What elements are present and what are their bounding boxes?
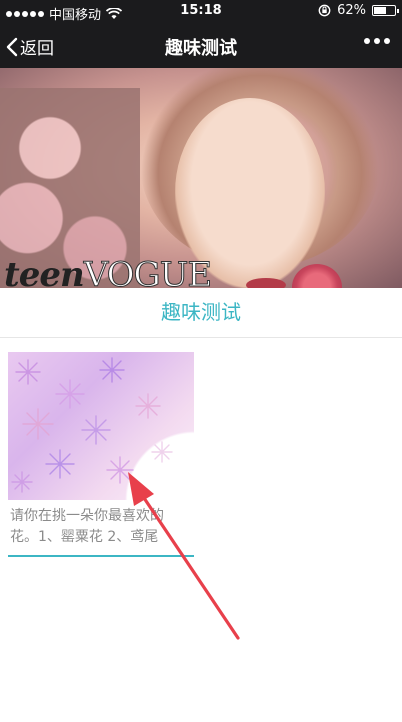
page-title: 趣味测试 <box>165 38 237 59</box>
rotation-lock-icon <box>318 4 331 17</box>
nav-bar: 返回 趣味测试 <box>0 24 402 68</box>
article-card[interactable]: 请你在挑一朵你最喜欢的 花。1、罂粟花 2、鸢尾 <box>8 352 194 558</box>
article-underline <box>8 555 194 557</box>
status-bar: 中国移动 15:18 62% <box>0 0 402 24</box>
section-title: 趣味测试 <box>161 300 241 324</box>
banner-lips <box>246 278 286 288</box>
banner-image: teenVOGUE <box>0 68 402 288</box>
status-right: 62% <box>318 3 399 18</box>
flower-pattern-icon <box>11 357 173 493</box>
article-text-line1: 请你在挑一朵你最喜欢的 <box>10 508 164 524</box>
battery-icon <box>372 5 399 16</box>
article-text-line2: 花。1、罂粟花 2、鸢尾 <box>10 529 159 545</box>
article-text[interactable]: 请你在挑一朵你最喜欢的 花。1、罂粟花 2、鸢尾 <box>10 506 192 548</box>
section-divider <box>0 337 402 338</box>
article-thumbnail[interactable] <box>8 352 194 500</box>
battery-percent: 62% <box>337 3 366 18</box>
banner-logo: teenVOGUE <box>4 255 213 289</box>
more-dots-icon[interactable] <box>364 38 390 44</box>
